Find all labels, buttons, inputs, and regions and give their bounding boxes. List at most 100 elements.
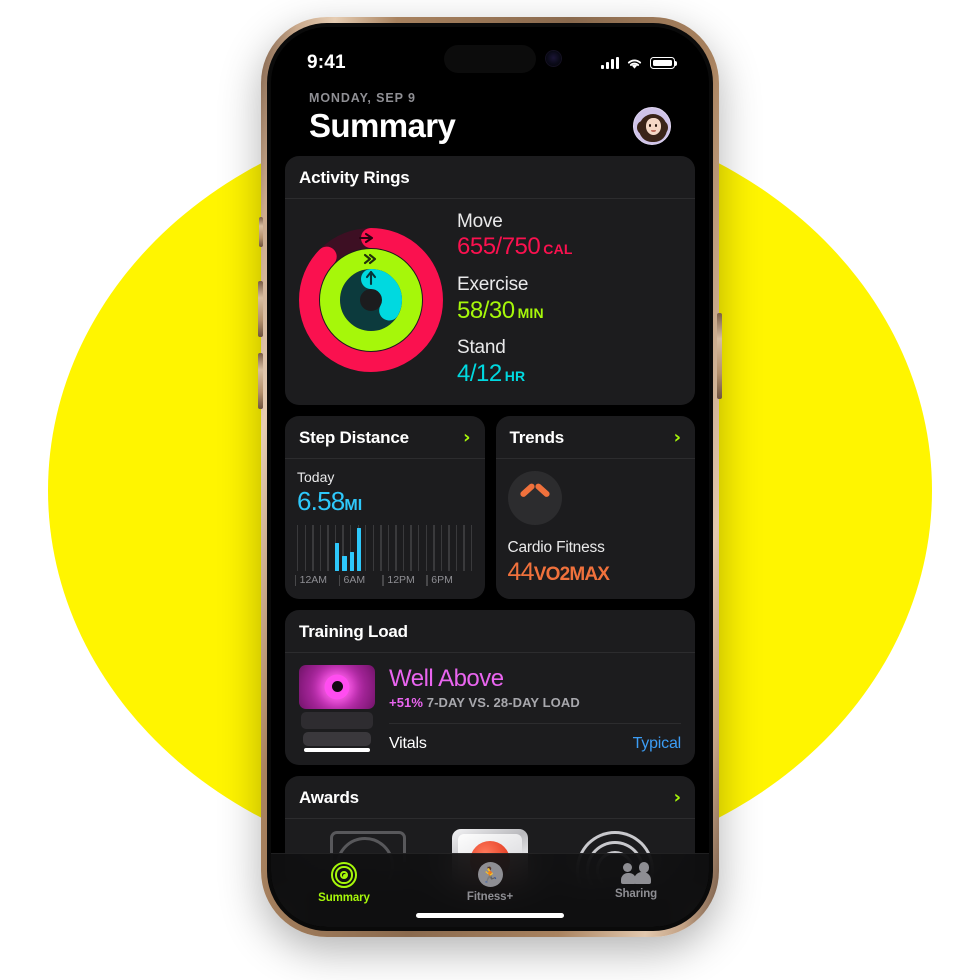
stand-value: 4/12 HR <box>457 359 526 387</box>
vitals-label: Vitals <box>389 734 427 752</box>
current-date: MONDAY, SEP 9 <box>309 91 416 105</box>
move-label: Move <box>457 211 503 232</box>
trend-metric-value: 44VO2MAX <box>507 557 610 586</box>
x-axis-tick-label: 6AM <box>338 573 366 586</box>
fitness-app: MONDAY, SEP 9 Summary Activity Rings Mov… <box>271 85 709 927</box>
move-value: 655/750 CAL <box>457 233 573 261</box>
step-distance-card-header: Step Distance › <box>285 416 485 459</box>
two-up-card-row: Step Distance › Today 6.58MI 12AM 6AM 12… <box>285 415 696 599</box>
step-distance-title: Step Distance <box>299 427 409 447</box>
tab-fitness-plus-label: Fitness+ <box>466 891 514 903</box>
step-distance-period: Today <box>297 468 335 485</box>
exercise-value: 58/30 MIN <box>457 296 544 324</box>
exercise-unit: MIN <box>517 304 544 321</box>
activity-rings-graphic <box>291 220 451 380</box>
home-indicator[interactable] <box>416 913 564 918</box>
dynamic-island <box>444 45 536 73</box>
trends-card[interactable]: Trends › Cardio Fitness 44VO2MAX <box>495 415 696 599</box>
phone-bezel: 9:41 MONDAY, SEP 9 Summary Activity Ring… <box>267 23 713 931</box>
tab-summary[interactable]: Summary <box>271 862 417 904</box>
legend-stand: Stand 4/12 HR <box>457 337 573 388</box>
x-axis-tick-label: 12AM <box>294 573 328 586</box>
activity-rings-title: Activity Rings <box>299 168 410 187</box>
status-bar-clock: 9:41 <box>307 52 346 73</box>
chevron-right-icon[interactable]: › <box>463 428 470 447</box>
activity-rings-legend: Move 655/750 CAL Exercise 58/30 MIN Stand <box>451 211 573 389</box>
awards-card-header: Awards › <box>285 776 695 819</box>
step-distance-chart <box>297 524 473 571</box>
stack-card-second <box>301 711 373 729</box>
exercise-label: Exercise <box>457 274 529 296</box>
step-distance-unit: MI <box>344 496 363 514</box>
trends-body: Cardio Fitness 44VO2MAX <box>496 459 696 599</box>
activity-rings-svg <box>299 227 443 372</box>
trend-metric-unit: VO2MAX <box>533 563 610 585</box>
tab-bar: Summary 🏃 Fitness+ Sharing <box>271 853 709 927</box>
wifi-icon <box>627 58 642 69</box>
x-axis-tick-label: 6PM <box>426 573 453 586</box>
stand-label: Stand <box>457 337 506 359</box>
chart-bar <box>356 528 362 571</box>
front-camera-icon <box>546 51 561 66</box>
avatar-face <box>645 118 661 135</box>
chart-x-axis: 12AM 6AM 12PM 6PM <box>294 573 473 587</box>
volume-up-button[interactable] <box>258 281 263 337</box>
training-load-title: Training Load <box>299 621 408 641</box>
trends-card-header: Trends › <box>495 416 695 459</box>
training-load-comparison-text: 7-DAY VS. 28-DAY LOAD <box>426 694 580 710</box>
avatar-eye-left <box>648 124 651 127</box>
trend-metric-name: Cardio Fitness <box>507 538 605 556</box>
phone-screen: 9:41 MONDAY, SEP 9 Summary Activity Ring… <box>271 27 709 927</box>
chart-bar <box>349 552 355 571</box>
stack-card-bar <box>304 747 370 752</box>
move-unit: CAL <box>543 241 573 258</box>
chart-bars <box>297 525 473 571</box>
volume-down-button[interactable] <box>258 353 263 409</box>
activity-rings-body: Move 655/750 CAL Exercise 58/30 MIN Stand <box>285 199 695 405</box>
avatar[interactable] <box>633 107 671 145</box>
avatar-mouth <box>651 129 656 132</box>
trends-title: Trends <box>509 427 565 447</box>
chart-bar <box>342 555 347 571</box>
status-bar-indicators <box>601 57 678 70</box>
tab-fitness-plus[interactable]: 🏃 Fitness+ <box>417 862 563 903</box>
screenshot-stage: 9:41 MONDAY, SEP 9 Summary Activity Ring… <box>0 0 980 980</box>
tab-sharing[interactable]: Sharing <box>563 862 709 900</box>
step-distance-value: 6.58MI <box>297 485 363 516</box>
vitals-row[interactable]: Vitals Typical <box>389 722 682 765</box>
training-load-details: Well Above +51% 7-DAY VS. 28-DAY LOAD Vi… <box>375 665 681 765</box>
step-distance-card[interactable]: Step Distance › Today 6.58MI 12AM 6AM 12… <box>285 415 485 599</box>
date-header: MONDAY, SEP 9 <box>285 85 695 105</box>
legend-exercise: Exercise 58/30 MIN <box>457 274 573 325</box>
awards-title: Awards <box>299 787 359 807</box>
trend-direction-badge <box>507 470 562 525</box>
chevron-up-icon <box>522 491 548 504</box>
stand-unit: HR <box>504 367 526 384</box>
legend-move: Move 655/750 CAL <box>457 211 573 262</box>
training-load-card-header: Training Load <box>285 610 695 653</box>
chart-bar <box>334 543 340 571</box>
page-title: Summary <box>309 107 456 144</box>
people-icon <box>621 862 651 884</box>
chevron-right-icon[interactable]: › <box>674 428 681 447</box>
power-button[interactable] <box>717 313 722 399</box>
training-load-thumbnail <box>299 664 375 709</box>
tab-summary-label: Summary <box>318 892 370 904</box>
silent-switch-button[interactable] <box>259 217 263 247</box>
status-bar: 9:41 <box>271 27 709 85</box>
training-load-card[interactable]: Training Load Well Above +51% 7-DAY VS. … <box>285 609 695 765</box>
training-load-status: Well Above <box>389 664 504 692</box>
training-load-thumbnail-stack <box>299 664 375 765</box>
running-person-icon: 🏃 <box>477 862 503 887</box>
step-distance-body: Today 6.58MI 12AM 6AM 12PM 6PM <box>285 459 485 597</box>
training-load-delta: +51% <box>389 694 424 710</box>
summary-scroll-view[interactable]: MONDAY, SEP 9 Summary Activity Rings Mov… <box>271 85 709 927</box>
activity-rings-card-header: Activity Rings <box>285 156 695 199</box>
chevron-right-icon[interactable]: › <box>674 788 681 807</box>
activity-rings-card[interactable]: Activity Rings Move 655/750 CAL Exercise… <box>285 156 695 405</box>
training-load-body: Well Above +51% 7-DAY VS. 28-DAY LOAD Vi… <box>285 653 695 765</box>
vitals-value: Typical <box>632 734 682 752</box>
battery-icon <box>650 57 678 69</box>
cellular-signal-icon <box>601 57 619 69</box>
iphone-device-frame: 9:41 MONDAY, SEP 9 Summary Activity Ring… <box>258 17 722 937</box>
